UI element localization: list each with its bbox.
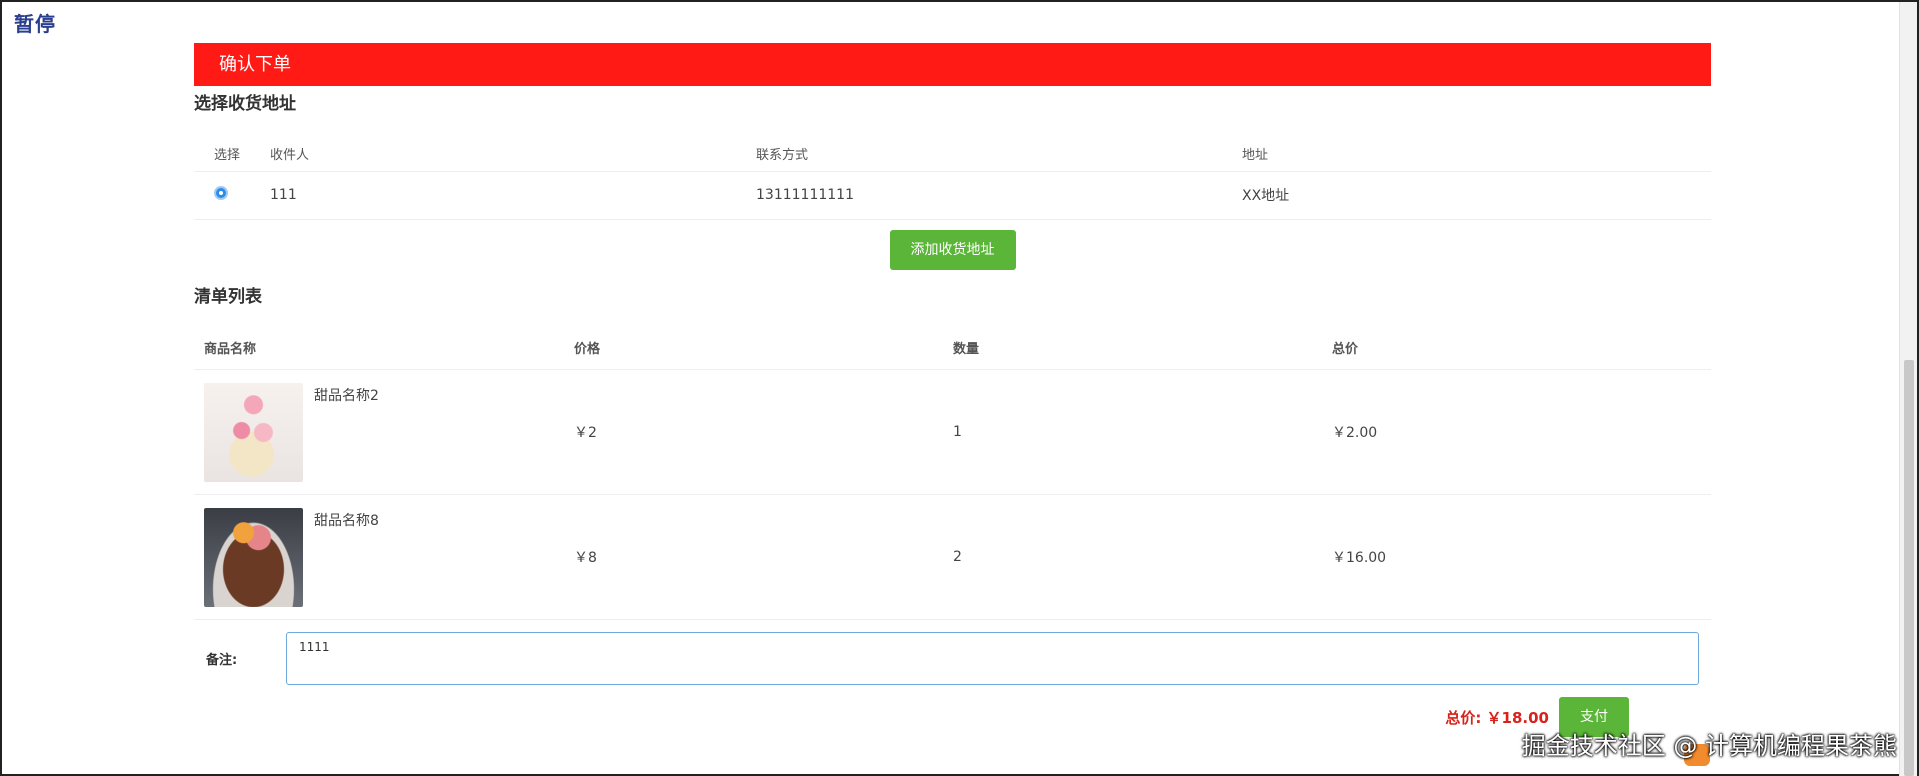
add-address-wrap: 添加收货地址 [194, 229, 1711, 270]
address-select-cell[interactable] [194, 171, 270, 220]
watermark-text: 掘金技术社区 @ 计算机编程果茶熊 [1521, 732, 1897, 760]
address-table: 选择 收件人 联系方式 地址 111 13111111111 XX地址 [194, 137, 1711, 220]
goods-name-cell: 甜品名称8 [194, 494, 574, 620]
goods-thumbnail[interactable] [204, 382, 303, 482]
phone-cell: 13111111111 [756, 171, 1242, 220]
column-header-recipient: 收件人 [270, 137, 756, 172]
address-cell: XX地址 [1242, 171, 1711, 220]
table-row: 甜品名称2 ￥2 1 ￥2.00 [194, 369, 1711, 495]
price-cell: ￥8 [574, 494, 953, 620]
quantity-cell: 2 [953, 494, 1332, 620]
goods-thumbnail[interactable] [204, 507, 303, 607]
column-header-price: 价格 [574, 325, 953, 370]
quantity-cell: 1 [953, 369, 1332, 495]
remark-textarea[interactable]: 1111 [286, 632, 1699, 685]
order-total: 总价: ￥18.00 [1445, 708, 1549, 727]
table-row: 甜品名称8 ￥8 2 ￥16.00 [194, 494, 1711, 620]
address-section-title: 选择收货地址 [194, 94, 296, 114]
address-radio[interactable] [214, 186, 228, 200]
goods-name[interactable]: 甜品名称2 [314, 385, 379, 405]
total-cell: ￥2.00 [1332, 369, 1711, 495]
goods-name-cell: 甜品名称2 [194, 369, 574, 495]
add-address-button[interactable]: 添加收货地址 [889, 229, 1016, 270]
column-header-total: 总价 [1332, 325, 1711, 370]
page-scrollbar[interactable] [1899, 2, 1917, 776]
column-header-phone: 联系方式 [756, 137, 1242, 172]
table-row[interactable]: 111 13111111111 XX地址 [194, 171, 1711, 220]
recipient-cell: 111 [270, 171, 756, 220]
column-header-address: 地址 [1242, 137, 1711, 172]
remark-row: 备注: 1111 [194, 632, 1711, 685]
column-header-quantity: 数量 [953, 325, 1332, 370]
column-header-select: 选择 [194, 137, 270, 172]
address-table-header: 选择 收件人 联系方式 地址 [194, 137, 1711, 172]
page-title: 确认下单 [194, 43, 1711, 86]
column-header-goods-name: 商品名称 [194, 325, 574, 370]
total-cell: ￥16.00 [1332, 494, 1711, 620]
order-summary: 总价: ￥18.00 支付 [194, 697, 1711, 737]
scrollbar-thumb[interactable] [1904, 360, 1914, 776]
price-cell: ￥2 [574, 369, 953, 495]
goods-name[interactable]: 甜品名称8 [314, 510, 379, 530]
remark-label: 备注: [206, 653, 238, 668]
goods-table: 商品名称 价格 数量 总价 甜品名称2 ￥2 1 ￥2.00 甜品名称8 ￥8 … [194, 325, 1711, 620]
order-confirm-panel: 确认下单 选择收货地址 选择 收件人 联系方式 地址 111 131111111… [194, 43, 1711, 737]
goods-section-title: 清单列表 [194, 286, 262, 307]
goods-table-header: 商品名称 价格 数量 总价 [194, 325, 1711, 370]
pause-overlay-text: 暂停 [14, 12, 56, 36]
